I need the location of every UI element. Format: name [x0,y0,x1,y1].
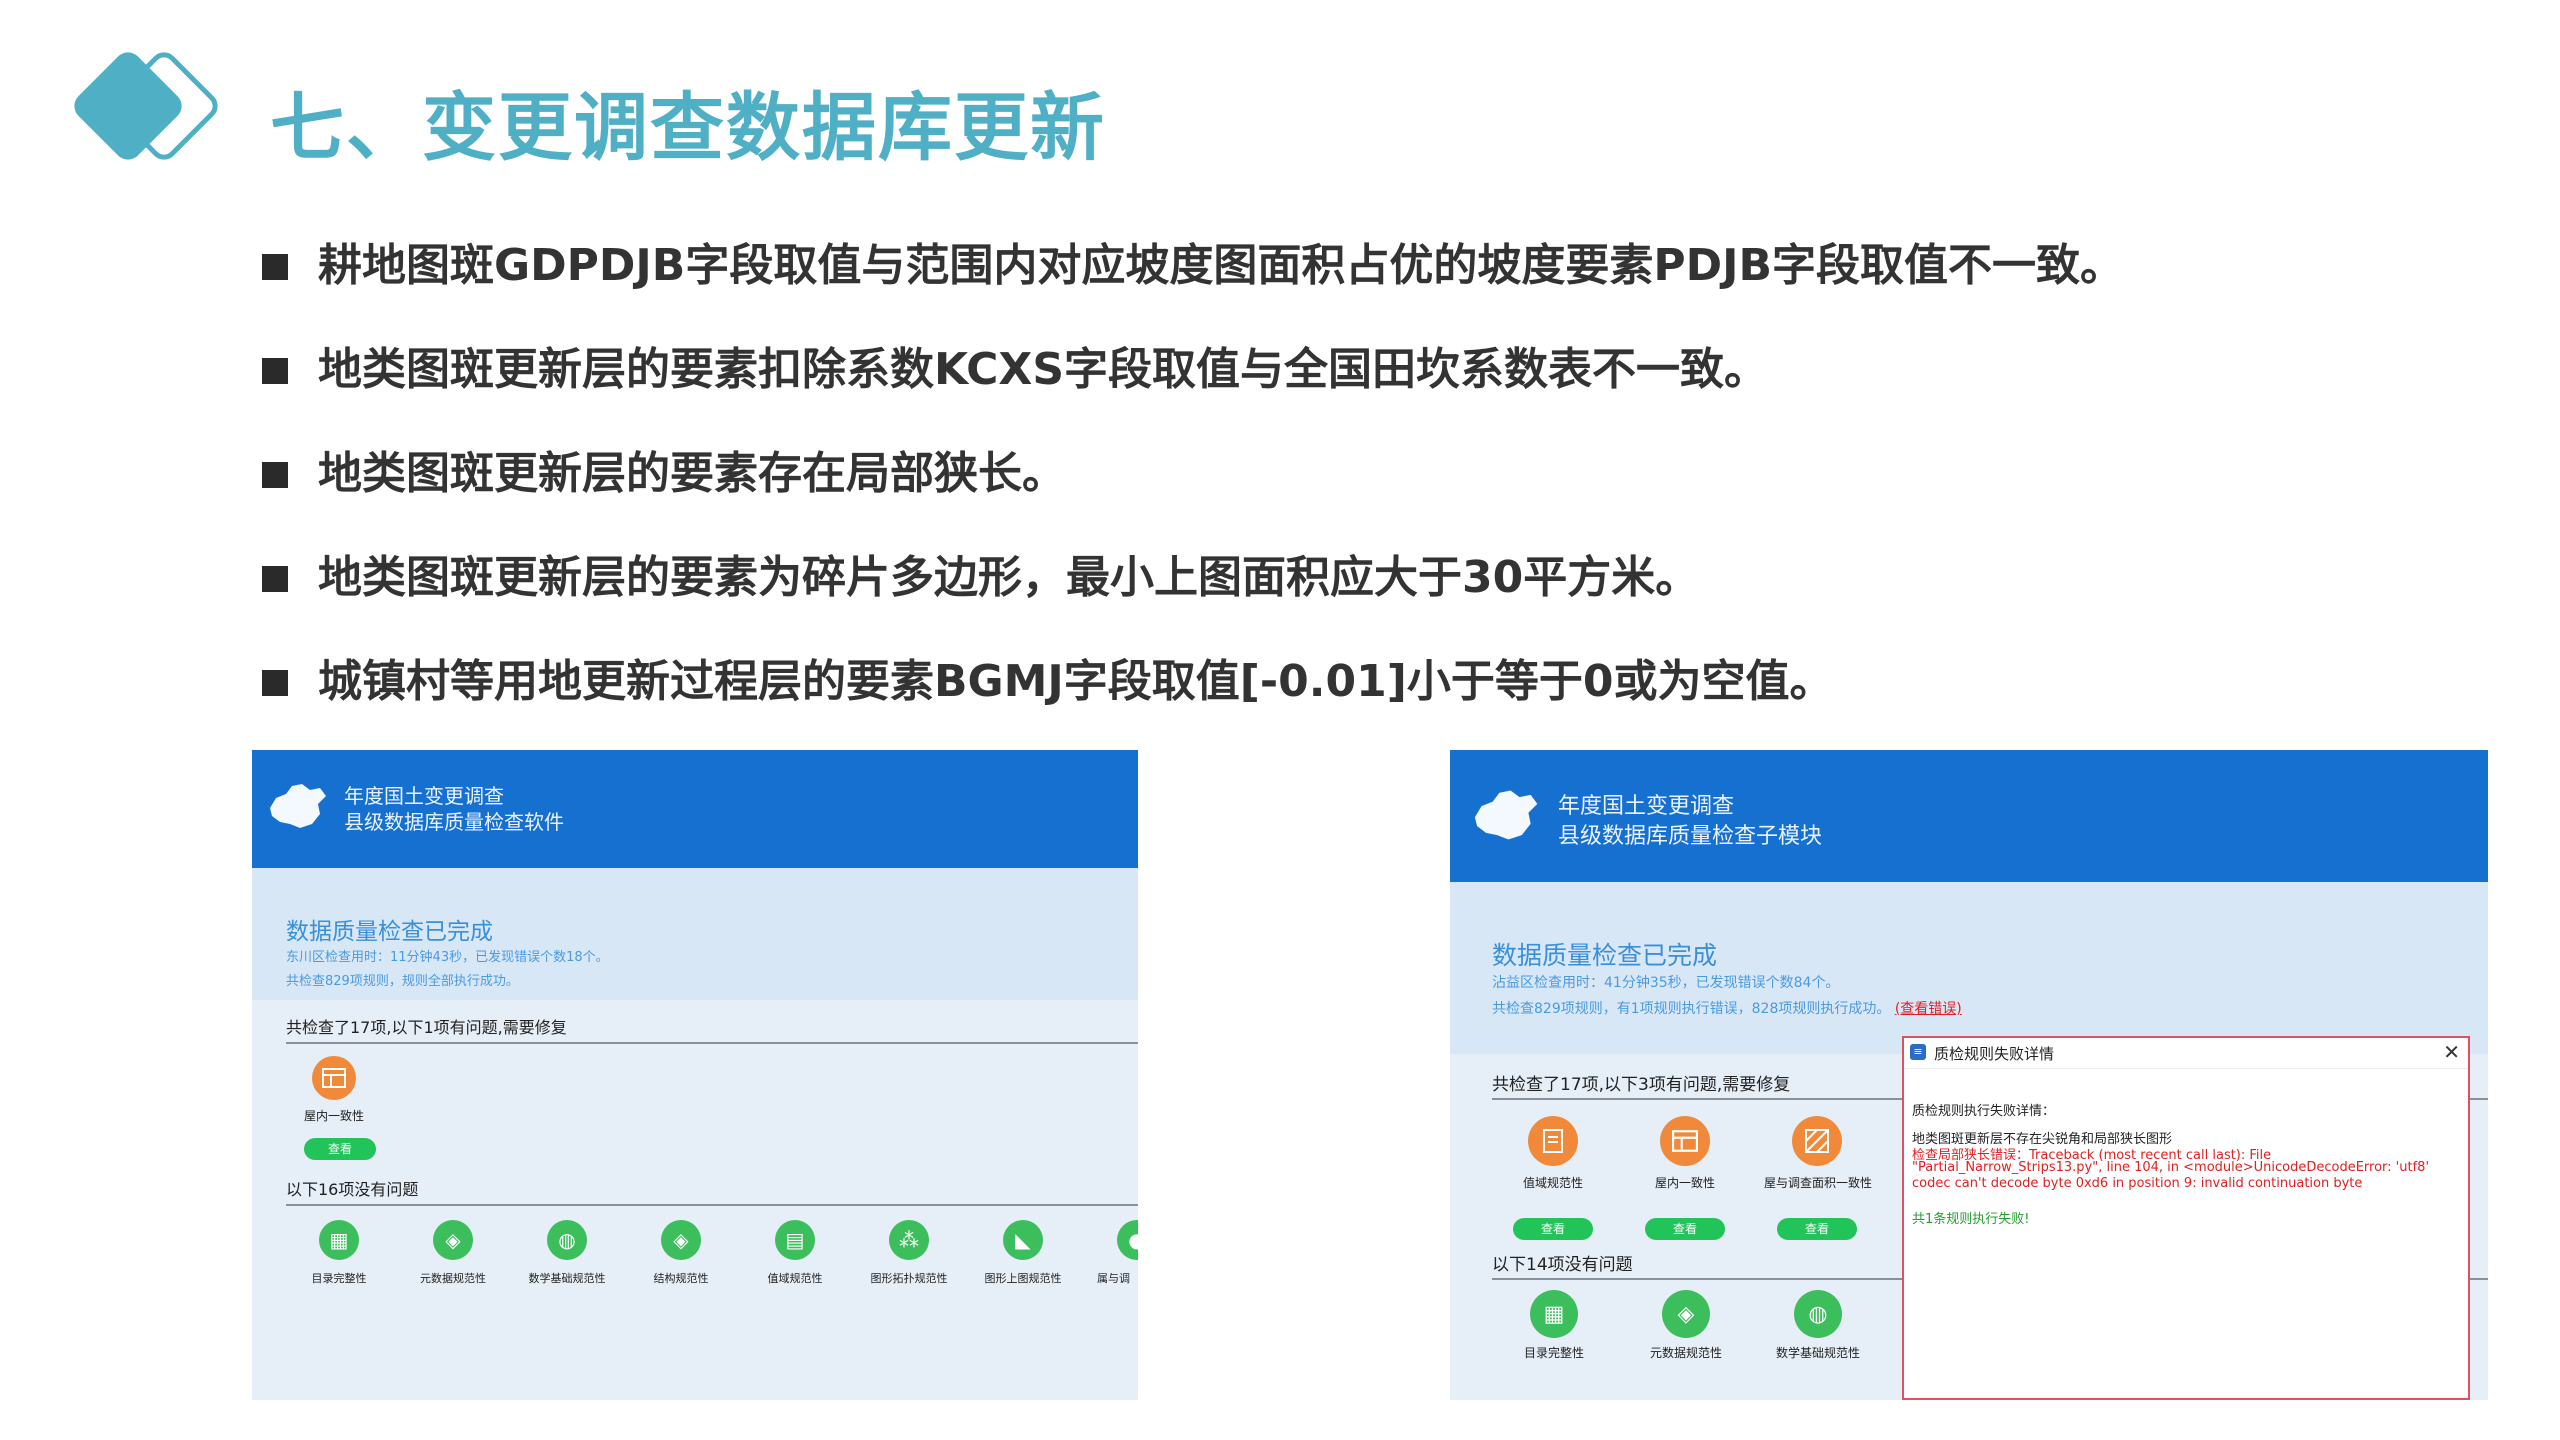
ok-item-label: 目录完整性 [1523,1346,1584,1360]
status-sub2: 共检查829项规则，规则全部执行成功。 [286,974,519,989]
dialog-title: 质检规则失败详情 [1934,1045,2055,1063]
grid-icon[interactable]: ▦ [319,1220,359,1260]
left-app-header: 年度国土变更调查 县级数据库质量检查软件 [252,750,1138,868]
bullet-item: 耕地图斑GDPDJB字段取值与范围内对应坡度图面积占优的坡度要素PDJB字段取值… [262,236,2522,340]
error-line: codec can't decode byte 0xd6 in position… [1912,1176,2363,1191]
left-results-area: 共检查了17项,以下1项有问题,需要修复 屋内一致性 查看 以下16项没有问题 … [252,1000,1138,1400]
app-title-line1: 年度国土变更调查 [344,784,504,808]
failure-details-dialog: ≡ 质检规则失败详情 ✕ 质检规则执行失败详情： 地类图斑更新层不存在尖锐角和局… [1902,1036,2470,1400]
view-button[interactable]: 查看 [304,1138,376,1160]
app-title-line2: 县级数据库质量检查子模块 [1558,824,1823,849]
globe-icon[interactable]: ◍ [1794,1290,1842,1338]
grid-icon[interactable]: ▦ [1530,1290,1578,1338]
bullet-square-icon [262,254,288,280]
right-app-header: 年度国土变更调查 县级数据库质量检查子模块 [1450,750,2488,882]
app-icon: ≡ [1910,1044,1926,1060]
triangle-icon[interactable]: ◣ [1003,1220,1043,1260]
left-status-area: 数据质量检查已完成 东川区检查用时：11分钟43秒，已发现错误个数18个。 共检… [252,868,1138,1000]
bullet-list: 耕地图斑GDPDJB字段取值与范围内对应坡度图面积占优的坡度要素PDJB字段取值… [262,236,2522,756]
ok-item-label: 结构规范性 [653,1272,709,1285]
table-icon[interactable] [1660,1116,1710,1166]
status-sub1: 东川区检查用时：11分钟43秒，已发现错误个数18个。 [286,950,609,965]
layers-icon[interactable]: ◈ [1662,1290,1710,1338]
bullet-square-icon [262,670,288,696]
close-icon[interactable]: ✕ [2443,1040,2460,1064]
section-ok-heading: 以下14项没有问题 [1492,1255,1633,1275]
failure-summary: 共1条规则执行失败! [1912,1212,2030,1227]
right-status-area: 数据质量检查已完成 沾益区检查用时：41分钟35秒，已发现错误个数84个。 共检… [1450,882,2488,1054]
problem-item-label: 屋内一致性 [303,1109,364,1123]
divider [286,1042,1138,1044]
problem-item-label: 屋内一致性 [1654,1176,1715,1190]
problem-item-label: 屋与调查面积一致性 [1763,1176,1872,1190]
page-title: 七、变更调查数据库更新 [270,85,1106,171]
ok-item-label: 属与调 [1097,1272,1130,1285]
problem-item-label: 值域规范性 [1522,1176,1583,1190]
bullet-square-icon [262,566,288,592]
view-button[interactable]: 查看 [1645,1218,1725,1240]
bullet-item: 地类图斑更新层的要素为碎片多边形，最小上图面积应大于30平方米。 [262,548,2522,652]
ok-item-label: 元数据规范性 [1649,1346,1722,1360]
ok-item-label: 图形拓扑规范性 [870,1272,948,1285]
bullet-item: 城镇村等用地更新过程层的要素BGMJ字段取值[-0.01]小于等于0或为空值。 [262,652,2522,756]
ok-item-label: 元数据规范性 [420,1272,486,1285]
ok-item-label: 值域规范性 [767,1272,823,1285]
document-icon[interactable] [1528,1116,1578,1166]
ok-item-label: 数学基础规范性 [528,1272,606,1285]
china-map-icon [1474,790,1538,840]
status-sub1: 沾益区检查用时：41分钟35秒，已发现错误个数84个。 [1492,975,1840,991]
bullet-item: 地类图斑更新层的要素存在局部狭长。 [262,444,2522,548]
divider [286,1204,1138,1206]
layers-icon[interactable]: ◈ [661,1220,701,1260]
section-ok-heading: 以下16项没有问题 [286,1180,419,1199]
status-title: 数据质量检查已完成 [286,919,493,945]
left-app-screenshot: 年度国土变更调查 县级数据库质量检查软件 数据质量检查已完成 东川区检查用时：1… [252,750,1138,1400]
circle-icon[interactable]: ● [1117,1220,1138,1260]
ok-item-label: 数学基础规范性 [1775,1346,1860,1360]
error-line: "Partial_Narrow_Strips13.py", line 104, … [1912,1160,2430,1175]
view-button[interactable]: 查看 [1777,1218,1857,1240]
document-icon[interactable]: ▤ [775,1220,815,1260]
status-sub2: 共检查829项规则，有1项规则执行错误，828项规则执行成功。 (查看错误) [1492,1001,1962,1017]
dialog-titlebar: ≡ 质检规则失败详情 ✕ [1904,1038,2468,1069]
china-map-icon [270,784,326,828]
view-button[interactable]: 查看 [1513,1218,1593,1240]
bullet-square-icon [262,462,288,488]
section-problems-heading: 共检查了17项,以下1项有问题,需要修复 [286,1018,567,1037]
app-title-line1: 年度国土变更调查 [1558,794,1735,819]
section-problems-heading: 共检查了17项,以下3项有问题,需要修复 [1492,1075,1791,1095]
app-title-line2: 县级数据库质量检查软件 [344,810,564,834]
table-icon[interactable] [312,1056,356,1100]
view-errors-link[interactable]: (查看错误) [1895,1001,1962,1017]
ok-item-label: 图形上图规范性 [984,1272,1062,1285]
hatch-icon[interactable] [1792,1116,1842,1166]
globe-icon[interactable]: ◍ [547,1220,587,1260]
bullet-square-icon [262,358,288,384]
layers-icon[interactable]: ◈ [433,1220,473,1260]
status-title: 数据质量检查已完成 [1492,941,1718,970]
network-icon[interactable]: ⁂ [889,1220,929,1260]
bullet-item: 地类图斑更新层的要素扣除系数KCXS字段取值与全国田坎系数表不一致。 [262,340,2522,444]
dialog-heading: 质检规则执行失败详情： [1912,1104,2056,1119]
ok-item-label: 目录完整性 [311,1272,367,1285]
right-app-screenshot: 年度国土变更调查 县级数据库质量检查子模块 数据质量检查已完成 沾益区检查用时：… [1450,750,2488,1400]
